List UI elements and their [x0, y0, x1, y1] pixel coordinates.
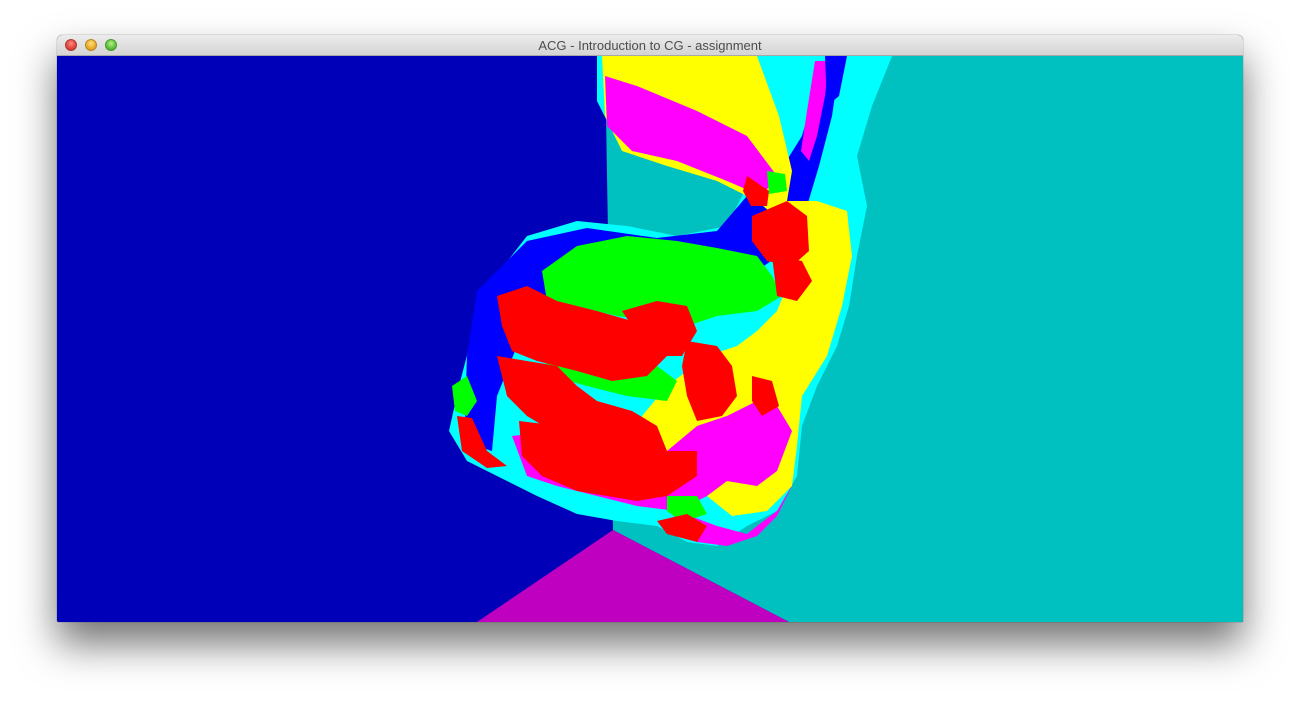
- title-bar[interactable]: ACG - Introduction to CG - assignment: [57, 35, 1243, 56]
- window-title: ACG - Introduction to CG - assignment: [538, 38, 762, 53]
- app-window: ACG - Introduction to CG - assignment: [57, 35, 1243, 622]
- render-viewport[interactable]: [57, 56, 1243, 622]
